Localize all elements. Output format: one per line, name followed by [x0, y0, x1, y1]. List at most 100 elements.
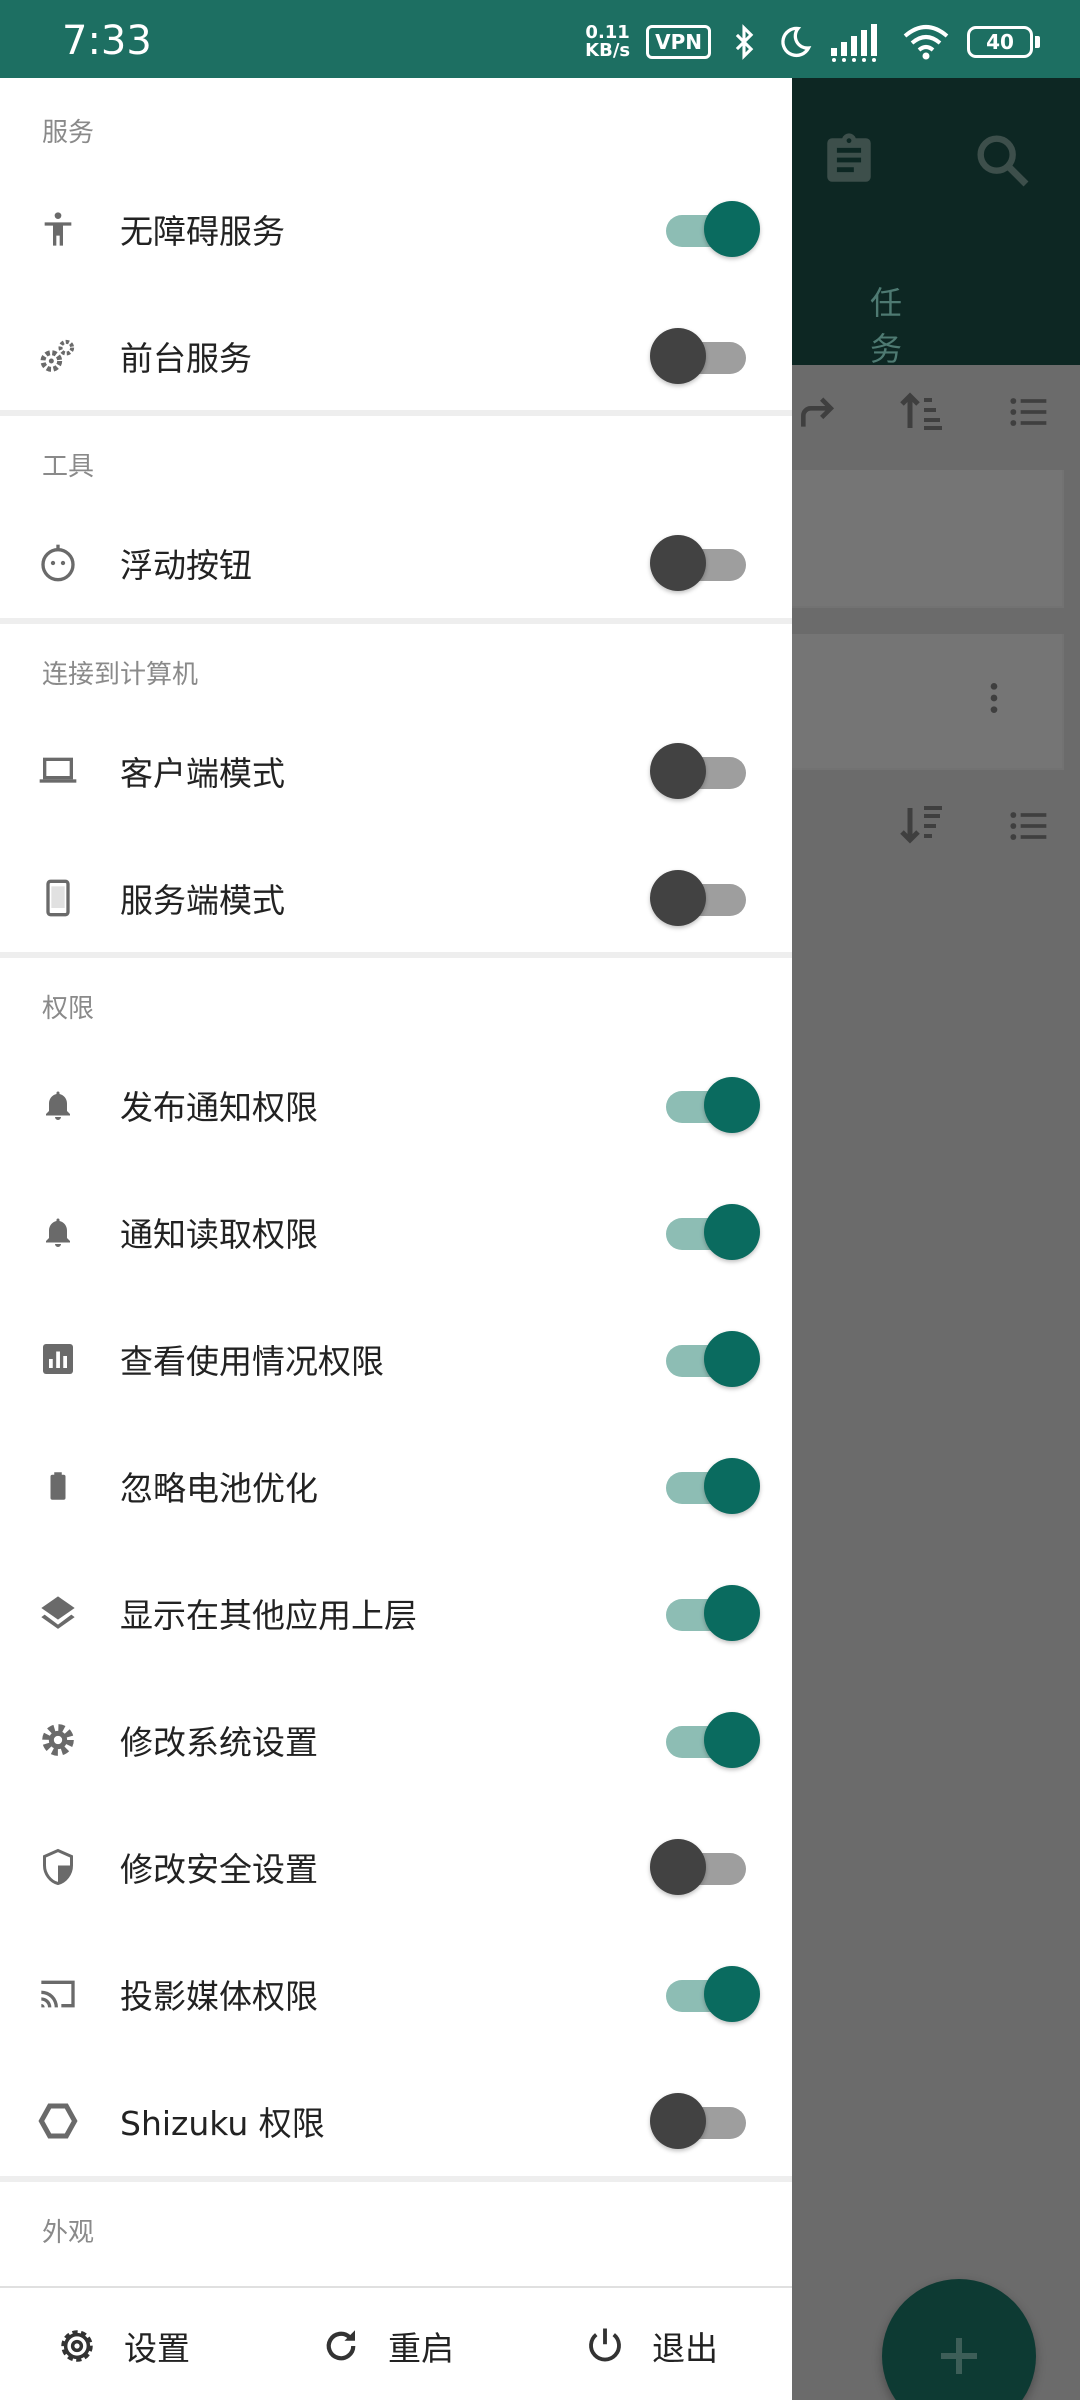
- usage-stats-switch[interactable]: [650, 1331, 760, 1387]
- section-header-services: 服务: [42, 118, 95, 148]
- settings-label: 设置: [124, 2329, 190, 2368]
- refresh-icon: [326, 2330, 356, 2361]
- chart-icon: [38, 1339, 78, 1379]
- row-label: Shizuku 权限: [120, 2104, 325, 2143]
- server-mode-switch[interactable]: [650, 870, 760, 926]
- bell-icon: [38, 1085, 78, 1125]
- navigation-drawer: 服务 无障碍服务 前台服务 工具 浮动按钮 连接到计算机 客户端模式 服务端模式…: [0, 78, 792, 2400]
- tab-tasks[interactable]: 任务: [870, 278, 930, 370]
- media-projection-switch[interactable]: [650, 1966, 760, 2022]
- moon-icon: [781, 26, 812, 58]
- row-overlay[interactable]: 显示在其他应用上层: [0, 1549, 792, 1676]
- shizuku-switch[interactable]: [650, 2093, 760, 2149]
- accessibility-icon: [38, 209, 78, 249]
- battery-indicator: 40: [967, 26, 1040, 58]
- row-label: 发布通知权限: [120, 1088, 318, 1127]
- bluetooth-icon: [735, 24, 754, 60]
- settings-button[interactable]: 设置: [56, 2316, 190, 2376]
- list-icon[interactable]: [1006, 390, 1050, 434]
- restart-label: 重启: [388, 2329, 454, 2368]
- signal-icon: [831, 24, 877, 62]
- row-label: 前台服务: [120, 339, 252, 378]
- restart-button[interactable]: 重启: [320, 2316, 454, 2376]
- list-icon[interactable]: [1006, 804, 1050, 848]
- secure-settings-switch[interactable]: [650, 1839, 760, 1895]
- background-card: [792, 634, 1064, 770]
- move-up-icon[interactable]: [796, 388, 840, 436]
- status-time: 7:33: [62, 18, 152, 64]
- status-bar: 7:33 0.11 KB/s VPN 40: [0, 0, 1080, 78]
- foreground-service-switch[interactable]: [650, 328, 760, 384]
- network-speed: 0.11 KB/s: [585, 24, 630, 60]
- power-icon: [589, 2328, 621, 2362]
- bell-icon: [38, 1212, 78, 1252]
- section-header-tools: 工具: [42, 452, 95, 482]
- section-divider: [0, 2176, 792, 2182]
- battery-level: 40: [967, 26, 1033, 58]
- cast-icon: [38, 1974, 78, 2014]
- row-label: 投影媒体权限: [120, 1977, 318, 2016]
- status-icons: 0.11 KB/s VPN 40: [585, 22, 1040, 62]
- section-divider: [0, 410, 792, 416]
- background-card: [792, 470, 1064, 608]
- write-settings-switch[interactable]: [650, 1712, 760, 1768]
- floating-button-switch[interactable]: [650, 535, 760, 591]
- client-mode-switch[interactable]: [650, 743, 760, 799]
- row-server-mode[interactable]: 服务端模式: [0, 834, 792, 961]
- floating-face-icon: [38, 543, 78, 583]
- section-divider: [0, 952, 792, 958]
- sort-ascending-icon[interactable]: [898, 388, 946, 436]
- more-vertical-icon[interactable]: [974, 674, 1014, 722]
- exit-label: 退出: [652, 2329, 718, 2368]
- row-usage-stats[interactable]: 查看使用情况权限: [0, 1295, 792, 1422]
- row-post-notification[interactable]: 发布通知权限: [0, 1041, 792, 1168]
- row-foreground-service[interactable]: 前台服务: [0, 292, 792, 419]
- add-fab-button[interactable]: [882, 2279, 1036, 2400]
- clipboard-icon[interactable]: [820, 128, 878, 192]
- section-divider: [0, 618, 792, 624]
- row-floating-button[interactable]: 浮动按钮: [0, 499, 792, 626]
- phone-icon: [38, 878, 78, 918]
- row-shizuku[interactable]: Shizuku 权限: [0, 2057, 792, 2184]
- network-speed-unit: KB/s: [585, 40, 631, 61]
- accessibility-service-switch[interactable]: [650, 201, 760, 257]
- wifi-icon: [903, 25, 949, 60]
- laptop-icon: [38, 751, 78, 791]
- row-secure-settings[interactable]: 修改安全设置: [0, 1803, 792, 1930]
- row-label: 显示在其他应用上层: [120, 1596, 417, 1635]
- row-label: 客户端模式: [120, 754, 285, 793]
- row-label: 修改安全设置: [120, 1850, 318, 1889]
- read-notification-switch[interactable]: [650, 1204, 760, 1260]
- battery-icon: [38, 1466, 78, 1506]
- row-label: 服务端模式: [120, 881, 285, 920]
- section-header-connect: 连接到计算机: [42, 660, 199, 690]
- gear-icon: [38, 1720, 78, 1760]
- shield-icon: [38, 1847, 78, 1887]
- section-header-permissions: 权限: [42, 994, 95, 1024]
- hexagon-icon: [38, 2101, 78, 2141]
- row-label: 通知读取权限: [120, 1215, 318, 1254]
- row-media-projection[interactable]: 投影媒体权限: [0, 1930, 792, 2057]
- gears-icon: [38, 336, 78, 376]
- vpn-badge: VPN: [646, 25, 711, 59]
- search-icon[interactable]: [970, 128, 1034, 192]
- row-client-mode[interactable]: 客户端模式: [0, 707, 792, 834]
- overlay-switch[interactable]: [650, 1585, 760, 1641]
- row-label: 浮动按钮: [120, 546, 252, 585]
- row-write-settings[interactable]: 修改系统设置: [0, 1676, 792, 1803]
- row-label: 查看使用情况权限: [120, 1342, 384, 1381]
- layers-icon: [38, 1593, 78, 1633]
- row-label: 无障碍服务: [120, 212, 285, 251]
- row-read-notification[interactable]: 通知读取权限: [0, 1168, 792, 1295]
- plus-icon: [941, 2338, 977, 2374]
- row-ignore-battery[interactable]: 忽略电池优化: [0, 1422, 792, 1549]
- row-label: 修改系统设置: [120, 1723, 318, 1762]
- ignore-battery-switch[interactable]: [650, 1458, 760, 1514]
- post-notification-switch[interactable]: [650, 1077, 760, 1133]
- gear-icon: [61, 2330, 93, 2362]
- battery-tip: [1035, 36, 1040, 48]
- sort-descending-icon[interactable]: [898, 800, 946, 848]
- drawer-bottom-bar: 设置 重启 退出: [0, 2286, 792, 2400]
- row-accessibility-service[interactable]: 无障碍服务: [0, 165, 792, 292]
- exit-button[interactable]: 退出: [584, 2316, 718, 2376]
